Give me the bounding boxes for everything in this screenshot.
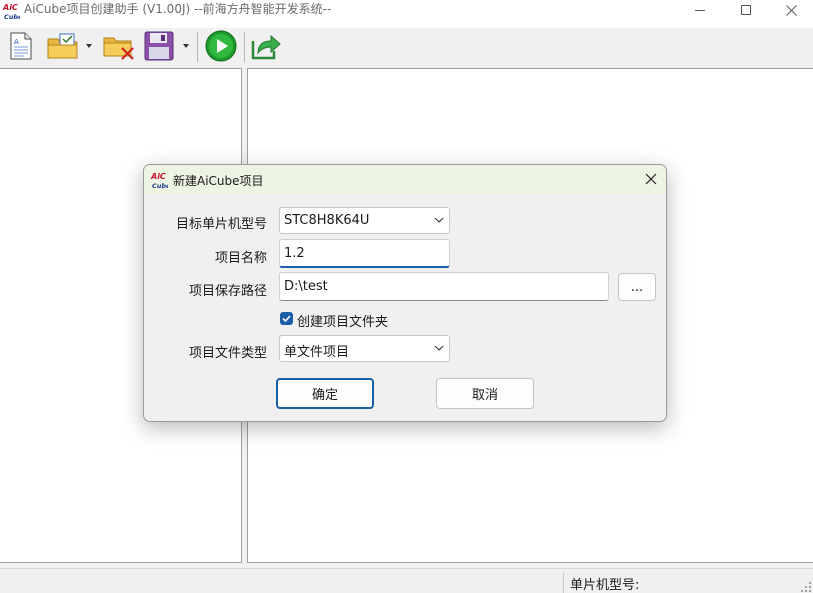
save-project-button[interactable] [143, 28, 175, 64]
toolbar: A [0, 28, 813, 68]
new-document-icon: A [10, 32, 32, 60]
mcu-model-value: STC8H8K64U [284, 213, 370, 228]
maximize-icon [741, 5, 751, 15]
open-project-button[interactable] [46, 28, 80, 64]
file-type-value: 单文件项目 [284, 345, 350, 360]
window-title: AiCube项目创建助手 (V1.00J) --前海方舟智能开发系统-- [24, 2, 332, 16]
close-window-button[interactable] [768, 0, 813, 20]
dialog-title: 新建AiCube项目 [173, 174, 264, 188]
new-project-dialog: AiC Cube 新建AiCube项目 目标单片机型号 STC8H8K64U 项… [143, 164, 667, 422]
close-icon [785, 4, 797, 16]
chevron-down-icon [434, 217, 444, 223]
export-button[interactable] [249, 28, 283, 64]
create-folder-checkbox[interactable] [280, 312, 293, 325]
file-type-select[interactable]: 单文件项目 [279, 335, 450, 362]
toolbar-separator [244, 32, 245, 62]
svg-text:A: A [14, 38, 19, 46]
dialog-close-button[interactable] [642, 170, 660, 188]
minimize-button[interactable] [677, 0, 723, 20]
project-name-label: 项目名称 [214, 251, 267, 266]
run-button[interactable] [204, 28, 238, 64]
mcu-model-label: 目标单片机型号 [175, 217, 267, 232]
resize-grip-icon[interactable] [801, 581, 811, 592]
delete-folder-icon [103, 37, 134, 60]
svg-text:Cube: Cube [4, 13, 20, 21]
close-icon [645, 173, 657, 185]
project-name-input[interactable] [279, 239, 450, 268]
run-icon [205, 30, 237, 62]
checkmark-icon [282, 315, 291, 323]
ok-button[interactable]: 确定 [276, 378, 374, 409]
maximize-button[interactable] [723, 0, 769, 20]
cancel-button[interactable]: 取消 [436, 378, 534, 409]
svg-text:AiC: AiC [2, 3, 18, 12]
save-path-label: 项目保存路径 [188, 284, 267, 299]
save-dropdown-arrow[interactable] [183, 44, 189, 48]
status-bar: 单片机型号: [0, 568, 813, 593]
create-folder-label[interactable]: 创建项目文件夹 [297, 311, 388, 330]
new-project-button[interactable]: A [6, 28, 36, 64]
aicube-logo-icon: AiC Cube [2, 1, 23, 21]
svg-text:Cube: Cube [152, 182, 168, 190]
close-project-button[interactable] [102, 28, 136, 64]
svg-text:AiC: AiC [150, 172, 166, 181]
save-icon [144, 31, 174, 61]
save-path-input[interactable] [279, 272, 609, 301]
aicube-logo-icon: AiC Cube [150, 170, 171, 190]
toolbar-separator [197, 32, 198, 62]
browse-button[interactable]: ... [618, 273, 656, 301]
mcu-model-select[interactable]: STC8H8K64U [279, 207, 450, 234]
open-folder-icon [47, 33, 78, 59]
open-dropdown-arrow[interactable] [86, 44, 92, 48]
mcu-model-status: 单片机型号: [570, 578, 640, 593]
file-type-label: 项目文件类型 [188, 346, 267, 361]
status-separator [563, 573, 564, 593]
minimize-icon [695, 10, 705, 11]
dialog-title-bar: AiC Cube 新建AiCube项目 [144, 165, 666, 194]
export-icon [251, 34, 281, 60]
title-bar: AiC Cube AiCube项目创建助手 (V1.00J) --前海方舟智能开… [0, 0, 813, 28]
chevron-down-icon [434, 345, 444, 351]
